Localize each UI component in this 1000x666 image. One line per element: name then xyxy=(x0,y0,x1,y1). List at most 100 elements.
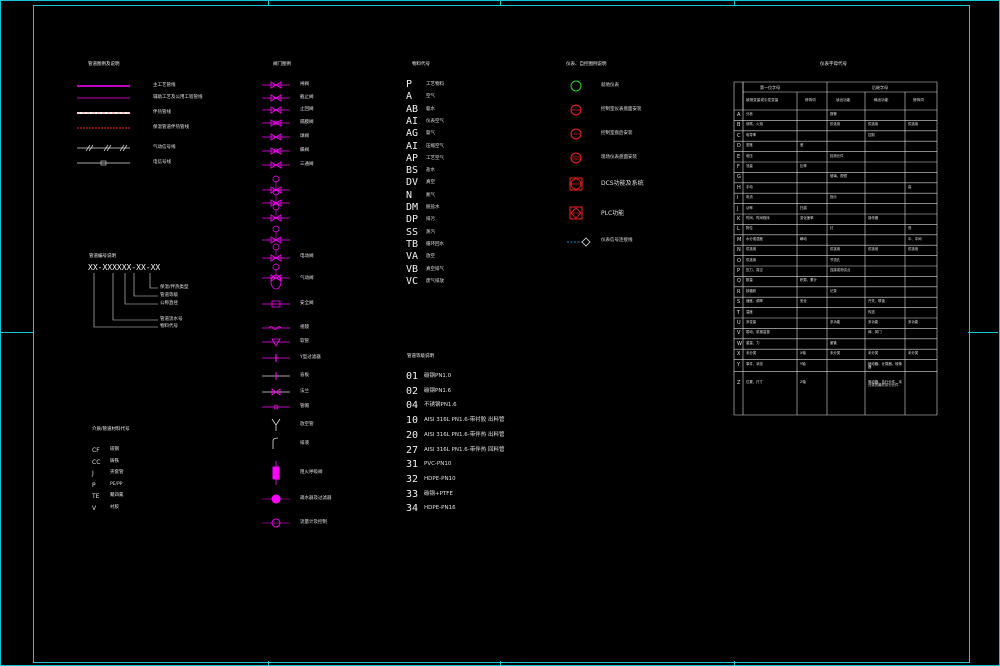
table-cell: 时间、时间程序 xyxy=(746,216,770,220)
table-letter: G xyxy=(737,174,741,181)
material-label: 铸铁 xyxy=(110,458,119,464)
table-col-header: 读出功能 xyxy=(836,98,851,102)
table-cell: 继动器、计算器、转换器 xyxy=(868,361,902,370)
media-code: AB xyxy=(406,103,419,115)
media-label: 仪表空气 xyxy=(426,118,444,124)
border-tick xyxy=(500,661,501,666)
grade-label: PVC-PN10 xyxy=(424,461,452,468)
table-cell: 指示 xyxy=(830,195,837,200)
table-cell: 积算、累计 xyxy=(800,278,817,283)
grade-code: 31 xyxy=(406,459,419,471)
grade-code: 32 xyxy=(406,473,419,485)
table-letter: Y xyxy=(737,361,741,368)
material-code: CF xyxy=(92,447,100,454)
table-cell: 多功能 xyxy=(868,320,879,324)
table-letter: F xyxy=(737,164,740,170)
material-label: 夹套管 xyxy=(110,470,124,475)
grade-code: 04 xyxy=(406,400,419,412)
table-letter: W xyxy=(737,340,742,347)
table-letter: X xyxy=(737,351,741,358)
grade-label: AISI 316L PN1.6-带伴热 出料管 xyxy=(424,431,505,438)
table-cell: 未分类 xyxy=(868,351,879,356)
table-cell: 未分类 xyxy=(830,351,841,356)
media-code: VA xyxy=(406,251,419,263)
valve-label: 电动阀 xyxy=(300,254,314,259)
table-cell: 多变量 xyxy=(746,320,757,324)
table-group-header: 后继字母 xyxy=(872,85,888,90)
table-cell: 手动 xyxy=(746,184,753,189)
table-cell: 开关、联锁 xyxy=(868,299,885,304)
media-code: N xyxy=(406,189,413,201)
valve-label: 止回阀 xyxy=(300,107,314,112)
table-cell: 比率 xyxy=(800,164,807,168)
table-cell: 连接或测试点 xyxy=(830,268,851,272)
letter-table-title: 仪表字母代号 xyxy=(820,62,847,67)
grade-code: 34 xyxy=(406,503,419,515)
material-label: 碳钢 xyxy=(110,447,119,452)
table-cell: 安全 xyxy=(800,299,807,304)
table-cell: 供选用 xyxy=(746,247,757,252)
table-group-header: 第一位字母 xyxy=(760,85,780,90)
media-code: VB xyxy=(406,263,419,275)
instrument-label: 仪表信号连接线 xyxy=(601,238,633,243)
table-letter: Q xyxy=(737,278,741,285)
table-cell: 报警 xyxy=(830,112,837,116)
valve-label: 蝶阀 xyxy=(300,148,309,153)
table-cell: 变化速率 xyxy=(800,216,814,220)
table-cell: 操作器 xyxy=(868,216,879,220)
table-cell: 数量 xyxy=(746,278,753,283)
table-letter: S xyxy=(737,299,741,306)
table-cell: 供选用 xyxy=(868,122,879,127)
grade-label: 不锈钢PN1.6 xyxy=(424,402,457,409)
valve-label: 安全阀 xyxy=(300,301,314,306)
media-label: 真空 xyxy=(426,180,435,186)
valve-label: 疏水器及过滤器 xyxy=(300,496,332,501)
pipe-code-note: 管道等级 xyxy=(160,293,178,298)
grade-label: 碳钢+PTFE xyxy=(424,490,453,497)
media-label: 空气 xyxy=(426,94,435,100)
media-label: 压缩空气 xyxy=(426,143,444,149)
media-code: TB xyxy=(406,238,419,250)
media-code: DP xyxy=(406,214,419,226)
instrument-label: 控制室盘后安装 xyxy=(601,131,633,136)
valve-label: 视镜 xyxy=(300,325,309,330)
valve-label: 三通阀 xyxy=(300,162,314,167)
table-cell: 阀、风门 xyxy=(868,330,882,335)
table-cell: 速度、频率 xyxy=(746,299,763,304)
line-legend-label: 气动信号线 xyxy=(153,145,176,150)
table-cell: Y轴 xyxy=(800,361,806,366)
table-cell: X轴 xyxy=(800,351,806,356)
line-legend-label: 主工艺管线 xyxy=(153,83,176,88)
media-code: AI xyxy=(406,115,419,127)
media-code: BS xyxy=(406,165,419,177)
valve-label: 软管 xyxy=(300,339,309,344)
table-cell: 供选用 xyxy=(830,122,841,127)
line-legend-label: 保温管道伴热管线 xyxy=(153,125,189,130)
table-letter: T xyxy=(737,309,741,316)
grade-label: HDPE-PN16 xyxy=(424,505,456,512)
drawing-border-inner xyxy=(33,5,970,663)
pipe-code-title: 管道编号说明 xyxy=(89,254,116,259)
material-code: P xyxy=(92,481,96,489)
pipe-grades-title: 管道等级说明 xyxy=(407,354,434,359)
instruments-title: 仪表、自控图例说明 xyxy=(566,62,607,67)
valve-label: Y型过滤器 xyxy=(300,355,321,360)
table-cell: 记录 xyxy=(830,288,837,293)
grade-label: AISI 316L PN1.6-带伴热 回料管 xyxy=(424,446,505,453)
table-cell: 事件、状态 xyxy=(746,361,763,366)
pipe-code-note: 公称直径 xyxy=(160,301,178,306)
table-cell: 供选用 xyxy=(830,247,841,252)
media-label: 放空 xyxy=(426,254,435,260)
table-cell: 中、中间 xyxy=(908,236,922,241)
table-cell: 未分类 xyxy=(746,351,757,356)
valve-label: 截止阀 xyxy=(300,95,314,100)
valve-label: 法兰 xyxy=(300,389,309,394)
table-cell: 传送 xyxy=(868,309,875,314)
media-label: 排污 xyxy=(426,217,435,223)
table-cell: 电导率 xyxy=(746,132,757,137)
table-cell: 控制 xyxy=(868,132,875,137)
grade-code: 27 xyxy=(406,444,419,456)
material-code: V xyxy=(92,504,97,512)
table-cell: 位置、尺寸 xyxy=(746,379,763,384)
material-label: 聚四氟 xyxy=(110,493,124,498)
